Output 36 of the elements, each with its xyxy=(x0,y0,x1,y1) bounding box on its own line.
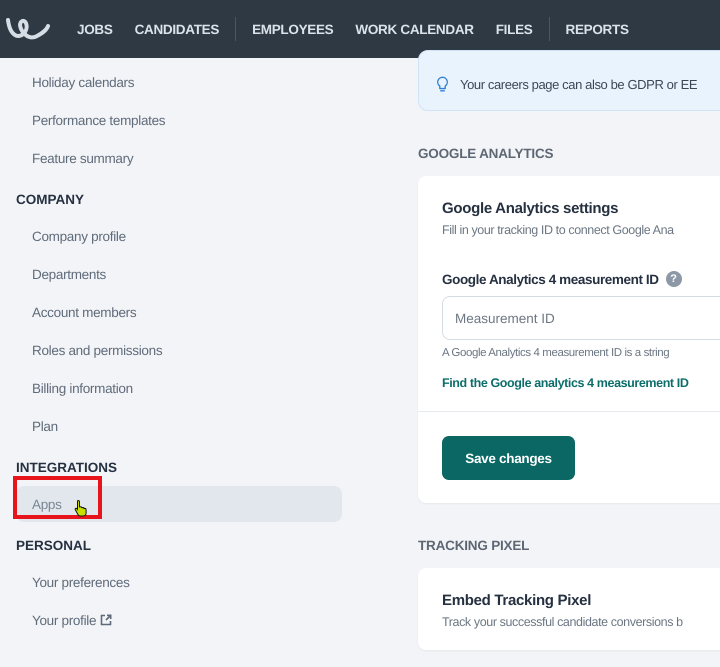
field-label: Google Analytics 4 measurement ID xyxy=(442,272,659,286)
nav-link[interactable]: FILES xyxy=(496,18,532,40)
card-description: Track your successful candidate conversions b xyxy=(442,615,684,629)
help-icon[interactable]: ? xyxy=(666,271,682,287)
sidebar-item[interactable]: Plan xyxy=(16,408,342,444)
nav-link[interactable]: JOBS xyxy=(77,18,113,40)
hand-cursor-icon xyxy=(74,499,88,517)
section-heading: TRACKING PIXEL xyxy=(418,538,530,553)
card-title: Embed Tracking Pixel xyxy=(442,592,592,609)
sidebar-item[interactable]: Apps xyxy=(16,486,342,522)
card-description: Fill in your tracking ID to connect Google Ana xyxy=(442,223,676,237)
section-heading: INTEGRATIONS xyxy=(16,459,118,477)
banner-text: Your careers page can also be GDPR or EE xyxy=(460,77,698,92)
help-text: A Google Analytics 4 measurement ID is a string xyxy=(442,347,670,359)
sidebar-item[interactable]: Performance templates xyxy=(16,102,342,138)
card-title: Google Analytics settings xyxy=(442,200,620,217)
sidebar-item[interactable]: Account members xyxy=(16,294,342,330)
input-field[interactable]: Measurement ID xyxy=(442,296,720,340)
save-button[interactable]: Save changes xyxy=(442,436,575,480)
help-link[interactable]: Find the Google analytics 4 measurement ID xyxy=(442,376,720,390)
nav-link[interactable]: WORK CALENDAR xyxy=(355,18,474,40)
sidebar-item[interactable]: Departments xyxy=(16,256,342,292)
section-heading: COMPANY xyxy=(16,191,86,209)
nav-link[interactable]: EMPLOYEES xyxy=(252,18,334,40)
sidebar-item[interactable]: Feature summary xyxy=(16,140,342,176)
sidebar-item[interactable]: Holiday calendars xyxy=(16,64,342,100)
sidebar-item[interactable]: Your preferences xyxy=(16,564,342,600)
sidebar-item[interactable]: Billing information xyxy=(16,370,342,406)
sidebar-item[interactable]: Roles and permissions xyxy=(16,332,342,368)
nav-link[interactable]: REPORTS xyxy=(566,18,629,40)
sidebar-item[interactable]: Your profile xyxy=(16,602,342,638)
section-heading: GOOGLE ANALYTICS xyxy=(418,146,554,161)
sidebar-item[interactable]: Company profile xyxy=(16,218,342,254)
section-heading: PERSONAL xyxy=(16,537,92,555)
lightbulb-icon xyxy=(436,76,449,94)
nav-link[interactable]: CANDIDATES xyxy=(134,18,220,40)
